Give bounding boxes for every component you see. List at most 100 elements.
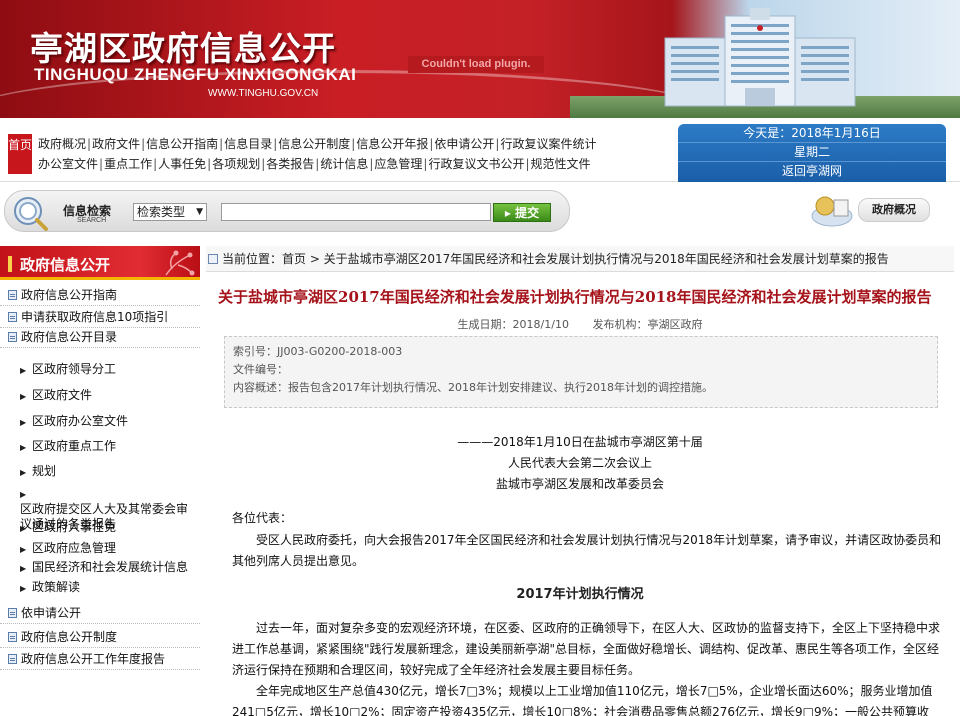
sidebar-item-label: 区政府重点工作 [32, 439, 117, 453]
breadcrumb: 当前位置：首页 > 关于盐城市亭湖区2017年国民经济和社会发展计划执行情况与2… [206, 246, 954, 272]
nav-separator: | [99, 157, 104, 171]
nav-link[interactable]: 政府文件 [92, 137, 140, 151]
publish-date: 生成日期：2018/1/10 [457, 318, 569, 331]
nav-link[interactable]: 依申请公开 [434, 137, 494, 151]
nav-link[interactable]: 重点工作 [104, 157, 152, 171]
index-number: 索引号：JJ003-G0200-2018-003 [233, 345, 403, 358]
sidebar-item-label: 政府信息公开指南 [21, 288, 118, 302]
sidebar-item-label: 规划 [32, 464, 57, 478]
nav-separator: | [315, 157, 320, 171]
overview-icon [811, 196, 853, 227]
sidebar-item-label: 依申请公开 [21, 606, 82, 620]
submit-button[interactable]: ▸ 提交 [493, 203, 551, 222]
weekday: 星期二 [678, 143, 946, 162]
sidebar-item[interactable]: 申请获取政府信息10项指引 [0, 306, 200, 328]
nav-separator: | [153, 157, 158, 171]
banner-url: WWW.TINGHU.GOV.CN [208, 88, 319, 99]
document-icon [8, 332, 17, 342]
search-type-value: 检索类型 [137, 205, 186, 219]
search-label-en: SEARCH [77, 217, 107, 224]
nav-link[interactable]: 行政复议文书公开 [428, 157, 524, 171]
nav-separator: | [351, 137, 356, 151]
sidebar-item[interactable]: 政府信息公开目录 [0, 326, 200, 348]
sidebar-item[interactable]: ▶ 规划 [0, 462, 200, 482]
nav-link[interactable]: 规范性文件 [531, 157, 591, 171]
sidebar-item[interactable]: ▶ 区政府人事任免 [0, 518, 200, 538]
salutation: 各位代表： [232, 511, 293, 525]
breadcrumb-text[interactable]: 当前位置：首页 > 关于盐城市亭湖区2017年国民经济和社会发展计划执行情况与2… [222, 252, 889, 266]
bullet-arrow-icon: ▶ [20, 545, 27, 554]
content-summary: 内容概述：报告包含2017年计划执行情况、2018年计划安排建议、执行2018年… [233, 381, 713, 394]
nav-link[interactable]: 信息公开年报 [356, 137, 428, 151]
nav-separator: | [429, 137, 434, 151]
search-magnifier-icon [14, 197, 48, 231]
nav-link[interactable]: 各项规划 [212, 157, 260, 171]
sidebar-item[interactable]: 政府信息公开指南 [0, 284, 200, 306]
nav-link[interactable]: 政府概况 [38, 137, 86, 151]
nav-link[interactable]: 信息公开指南 [146, 137, 218, 151]
government-building-image [664, 8, 856, 107]
sidebar-item[interactable]: 依申请公开 [0, 602, 200, 624]
address-line: 人民代表大会第二次会议上 [507, 456, 652, 470]
search-type-select[interactable]: 检索类型 ▼ [133, 203, 207, 221]
header-accent-bar [8, 256, 12, 272]
sidebar-item-label: 区政府应急管理 [32, 541, 117, 555]
location-icon [208, 254, 218, 264]
today-date: 今天是：2018年1月16日 [678, 124, 946, 143]
document-info-box: 索引号：JJ003-G0200-2018-003 文件编号： 内容概述：报告包含… [224, 336, 938, 408]
bullet-arrow-icon: ▶ [20, 418, 27, 427]
sidebar-item[interactable]: 政府信息公开工作年度报告 [0, 648, 200, 670]
sidebar-item-label: 区政府领导分工 [32, 362, 117, 376]
bullet-arrow-icon: ▶ [20, 366, 27, 375]
document-number: 文件编号： [233, 363, 288, 376]
nav-link[interactable]: 信息公开制度 [278, 137, 350, 151]
sidebar-item-label: 区政府人事任免 [32, 520, 117, 534]
top-nav-links: 政府概况|政府文件|信息公开指南|信息目录|信息公开制度|信息公开年报|依申请公… [38, 134, 658, 174]
nav-separator: | [261, 157, 266, 171]
search-input[interactable] [221, 203, 491, 221]
nav-link[interactable]: 各类报告 [266, 157, 314, 171]
sidebar-item[interactable]: ▶ 区政府文件 [0, 386, 200, 406]
nav-link[interactable]: 人事任免 [158, 157, 206, 171]
sidebar-item[interactable]: ▶ 政策解读 [0, 578, 200, 598]
date-box: 今天是：2018年1月16日 星期二 返回亭湖网 [678, 124, 946, 182]
banner-title-en: TINGHUQU ZHENGFU XINXIGONGKAI [34, 65, 357, 84]
nav-link[interactable]: 办公室文件 [38, 157, 98, 171]
nav-link[interactable]: 信息目录 [224, 137, 272, 151]
home-tab[interactable]: 首页 [8, 134, 32, 174]
sidebar-item[interactable]: ▶ 区政府办公室文件 [0, 412, 200, 432]
search-bar: 信息检索 SEARCH 检索类型 ▼ ▸ 提交 政府概况 [0, 182, 960, 240]
government-overview-button[interactable]: 政府概况 [808, 192, 932, 228]
sidebar-item[interactable]: ▶ 区政府领导分工 [0, 360, 200, 380]
nav-separator: | [495, 137, 500, 151]
bullet-arrow-icon: ▶ [20, 468, 27, 477]
bullet-arrow-icon: ▶ [20, 392, 27, 401]
sidebar-item[interactable]: ▶ 区政府重点工作 [0, 437, 200, 457]
decorative-flower-icon [165, 250, 195, 276]
sidebar-title: 政府信息公开 [20, 256, 111, 274]
nav-separator: | [369, 157, 374, 171]
intro-paragraph: 受区人民政府委托，向大会报告2017年全区国民经济和社会发展计划执行情况与201… [232, 533, 942, 568]
nav-link[interactable]: 应急管理 [374, 157, 422, 171]
back-to-tinghu-link[interactable]: 返回亭湖网 [678, 162, 946, 181]
sidebar-item[interactable]: ▶ 国民经济和社会发展统计信息 [0, 558, 200, 578]
sidebar-item-label: 政府信息公开工作年度报告 [21, 652, 166, 666]
sidebar: 政府信息公开 政府信息公开指南 申请获取政府信息10项指引 政府信息公开目录 ▶ 区政… [0, 246, 200, 716]
nav-link[interactable]: 行政复议案件统计 [500, 137, 596, 151]
document-icon [8, 312, 17, 322]
banner-title-cn: 亭湖区政府信息公开 [30, 29, 336, 68]
main-content: 当前位置：首页 > 关于盐城市亭湖区2017年国民经济和社会发展计划执行情况与2… [206, 246, 956, 716]
body-paragraph: 全年完成地区生产总值430亿元，增长7□3%；规模以上工业增加值110亿元，增长… [232, 684, 933, 716]
nav-link[interactable]: 统计信息 [320, 157, 368, 171]
sidebar-header: 政府信息公开 [0, 246, 200, 280]
dropdown-arrow-icon: ▼ [196, 207, 203, 217]
sidebar-item[interactable]: 政府信息公开制度 [0, 626, 200, 648]
sidebar-item[interactable]: ▶ 区政府应急管理 [0, 539, 200, 559]
sidebar-item-label: 区政府办公室文件 [32, 414, 129, 428]
search-panel: 信息检索 SEARCH 检索类型 ▼ ▸ 提交 [4, 190, 570, 232]
plugin-error: Couldn't load plugin. [408, 56, 544, 73]
nav-separator: | [219, 137, 224, 151]
report-address-header: ———2018年1月10日在盐城市亭湖区第十届 人民代表大会第二次会议上 盐城市… [206, 432, 954, 495]
bullet-arrow-icon: ▶ [20, 490, 27, 499]
publisher: 发布机构：亭湖区政府 [592, 318, 703, 331]
